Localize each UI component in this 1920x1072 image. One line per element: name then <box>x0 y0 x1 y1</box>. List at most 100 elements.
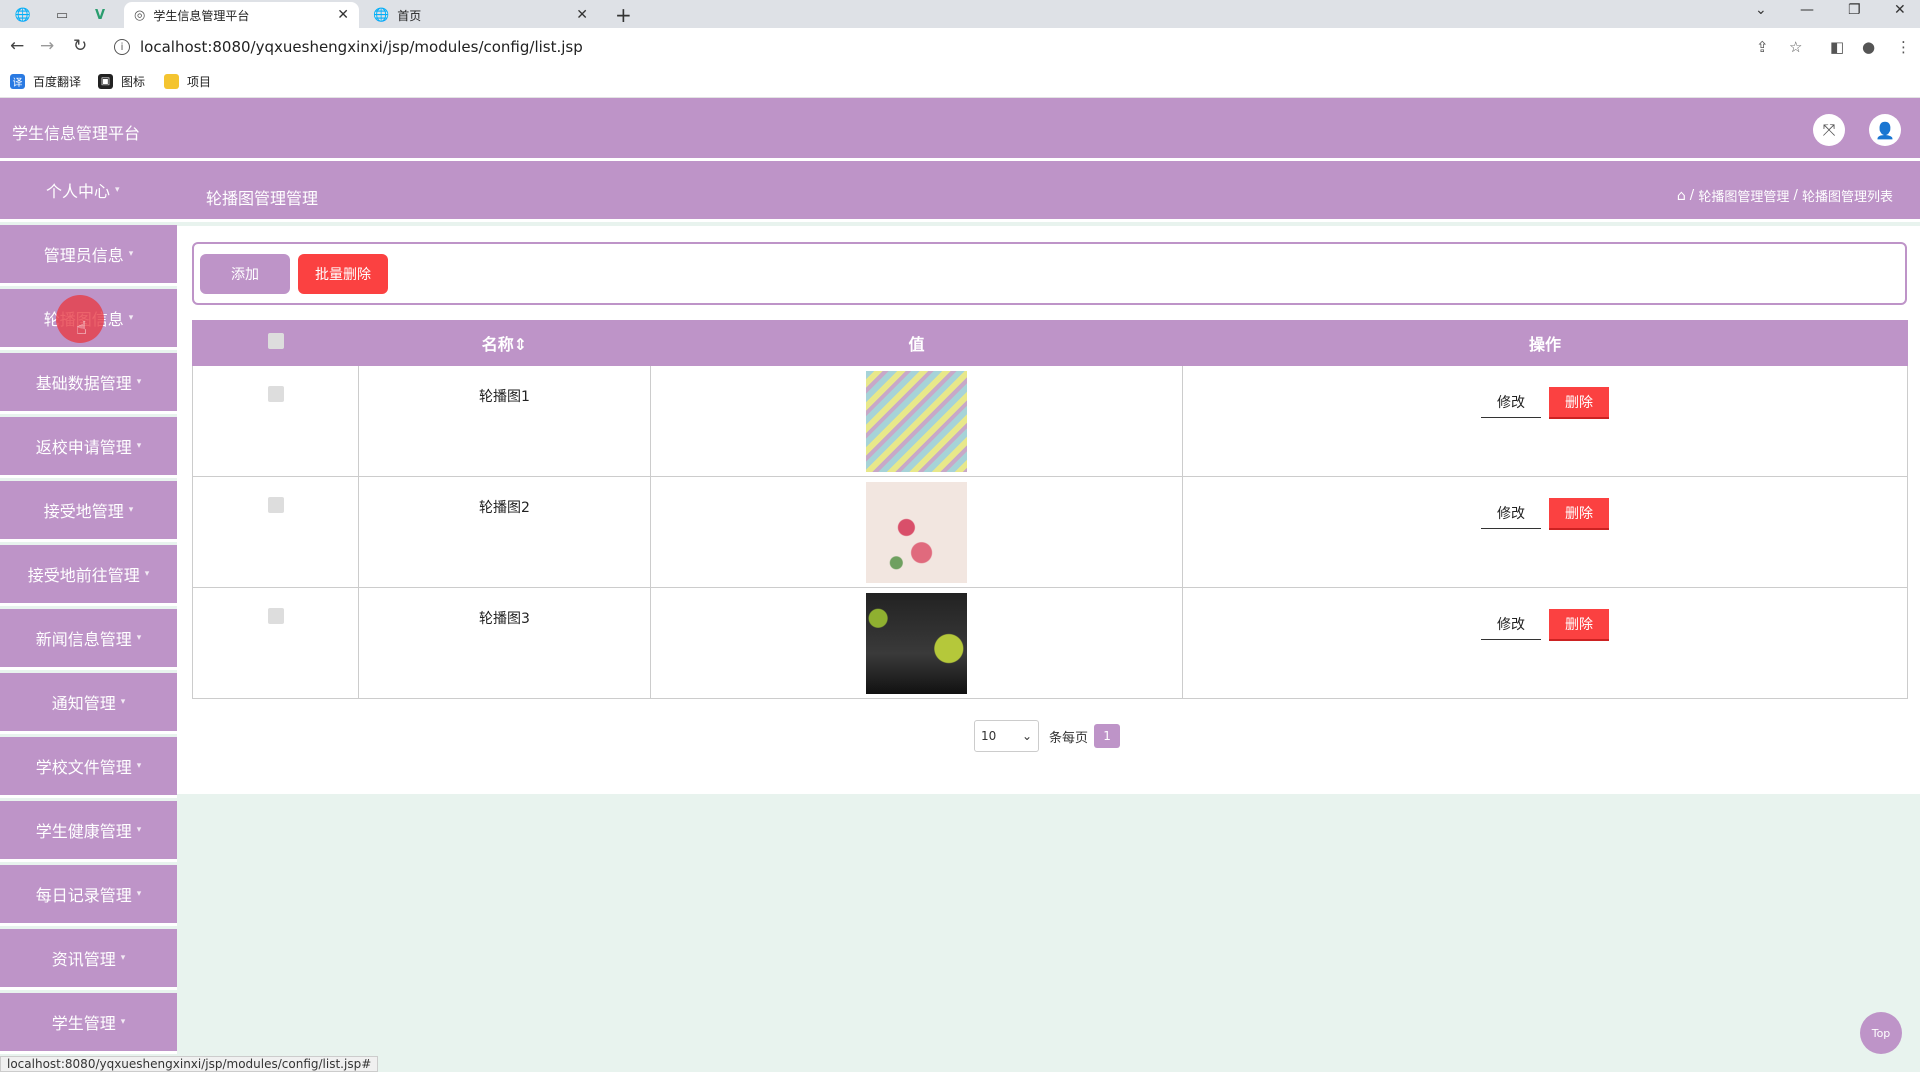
tab-label: 首页 <box>397 8 422 23</box>
sidebar-item[interactable]: 学生健康管理 ▾ <box>0 801 177 862</box>
caret-down-icon: ▾ <box>128 249 134 259</box>
name-column-header[interactable]: 名称⇕ <box>358 320 651 366</box>
table-header-row: 名称⇕ 值 操作 <box>192 320 1908 366</box>
sidebar-item-label: 返校申请管理 <box>35 438 132 457</box>
sidebar-item[interactable]: 学生管理 ▾ <box>0 993 177 1054</box>
sidebar-item[interactable]: 每日记录管理 ▾ <box>0 865 177 926</box>
sidebar-item-label: 资讯管理 <box>51 950 116 969</box>
bookmark-item[interactable]: ▣ 图标 <box>98 73 145 90</box>
url-text: localhost:8080/yqxueshengxinxi/jsp/modul… <box>140 38 583 56</box>
image-icon: ▣ <box>98 74 113 89</box>
close-icon[interactable]: ✕ <box>576 7 588 23</box>
bookmark-item[interactable]: 项目 <box>164 73 211 90</box>
value-column-header: 值 <box>650 320 1183 366</box>
caret-down-icon: ▾ <box>136 633 142 643</box>
delete-button[interactable]: 删除 <box>1549 608 1609 641</box>
blank-tab-icon[interactable]: ▭ <box>47 4 77 26</box>
back-to-top-button[interactable]: Top <box>1860 1012 1902 1054</box>
sidebar-item-label: 管理员信息 <box>43 246 124 265</box>
action-toolbar: 添加 批量删除 <box>192 242 1907 305</box>
tab-home[interactable]: 🌐 首页 ✕ <box>363 2 598 28</box>
bookmark-item[interactable]: 译 百度翻译 <box>10 73 81 90</box>
sidebar-item[interactable]: 返校申请管理 ▾ <box>0 417 177 478</box>
caret-down-icon: ▾ <box>120 1017 126 1027</box>
profile-icon[interactable]: ● <box>1862 38 1875 56</box>
chevron-down-icon[interactable]: ⌄ <box>1755 2 1767 18</box>
url-field[interactable]: i localhost:8080/yqxueshengxinxi/jsp/mod… <box>108 32 1788 62</box>
bookmarks-bar: 译 百度翻译 ▣ 图标 项目 <box>0 66 1920 98</box>
reload-icon[interactable]: ↻ <box>73 36 87 56</box>
caret-down-icon: ▾ <box>128 313 134 323</box>
vue-icon[interactable]: V <box>85 4 115 26</box>
delete-button[interactable]: 删除 <box>1549 386 1609 419</box>
caret-down-icon: ▾ <box>128 505 134 515</box>
sidebar-item[interactable]: 学校文件管理 ▾ <box>0 737 177 798</box>
caret-down-icon: ▾ <box>144 569 150 579</box>
carousel-image[interactable] <box>866 593 967 694</box>
back-icon[interactable]: ← <box>10 36 24 56</box>
per-page-label: 条每页 <box>1049 730 1089 746</box>
minimize-icon[interactable]: — <box>1800 2 1814 18</box>
sidebar-item[interactable]: 基础数据管理 ▾ <box>0 353 177 414</box>
globe-icon[interactable]: 🌐 <box>8 4 38 26</box>
forward-icon[interactable]: → <box>40 36 54 56</box>
sidebar-item[interactable]: 资讯管理 ▾ <box>0 929 177 990</box>
sidepanel-icon[interactable]: ◧ <box>1830 38 1844 56</box>
app-title: 学生信息管理平台 <box>12 124 141 143</box>
data-table: 名称⇕ 值 操作 轮播图1 修改 删除 轮播图2 修改 删除 轮播图3 修改 删… <box>192 320 1908 699</box>
row-checkbox[interactable] <box>267 608 284 624</box>
edit-button[interactable]: 修改 <box>1481 497 1541 529</box>
tab-active[interactable]: ◎ 学生信息管理平台 ✕ <box>124 2 359 28</box>
info-icon[interactable]: i <box>114 39 130 55</box>
delete-button[interactable]: 删除 <box>1549 497 1609 530</box>
action-column-header: 操作 <box>1182 320 1908 366</box>
bookmark-label: 图标 <box>121 75 146 89</box>
home-icon[interactable]: ⌂ <box>1677 188 1686 204</box>
share-icon[interactable]: ⇪ <box>1756 38 1769 56</box>
bookmark-label: 项目 <box>187 75 212 89</box>
sidebar-item[interactable]: 通知管理 ▾ <box>0 673 177 734</box>
caret-down-icon: ▾ <box>120 697 126 707</box>
pagination: 10 ⌄ 条每页 1 <box>974 720 1121 752</box>
window-close-icon[interactable]: ✕ <box>1894 2 1906 18</box>
row-checkbox[interactable] <box>267 386 284 402</box>
page-size-select[interactable]: 10 ⌄ <box>974 720 1039 752</box>
breadcrumb-item: 轮播图管理列表 <box>1801 190 1893 205</box>
row-checkbox[interactable] <box>267 497 284 513</box>
star-icon[interactable]: ☆ <box>1789 38 1802 56</box>
close-icon[interactable]: ✕ <box>337 7 349 23</box>
edit-button[interactable]: 修改 <box>1481 386 1541 418</box>
restore-icon[interactable]: ❐ <box>1848 2 1861 18</box>
page-number-button[interactable]: 1 <box>1094 724 1121 748</box>
user-icon[interactable]: 👤 <box>1869 114 1901 146</box>
sidebar-item[interactable]: 管理员信息 ▾ <box>0 225 177 286</box>
add-button[interactable]: 添加 <box>200 254 290 294</box>
bookmark-label: 百度翻译 <box>33 75 82 89</box>
sidebar-item[interactable]: 新闻信息管理 ▾ <box>0 609 177 670</box>
carousel-image[interactable] <box>866 371 967 472</box>
breadcrumb: ⌂ / 轮播图管理管理 / 轮播图管理列表 <box>1676 186 1893 206</box>
breadcrumb-item[interactable]: 轮播图管理管理 <box>1698 186 1789 205</box>
page-title: 轮播图管理管理 <box>206 189 319 208</box>
browser-tabbar: 🌐 ▭ V ◎ 学生信息管理平台 ✕ 🌐 首页 ✕ + ⌄ — ❐ ✕ <box>0 0 1920 28</box>
sidebar-item[interactable]: 接受地管理 ▾ <box>0 481 177 542</box>
select-all-checkbox[interactable] <box>267 333 284 349</box>
main-content: 添加 批量删除 名称⇕ 值 操作 轮播图1 修改 删除 轮播图2 修改 删除 轮… <box>177 226 1920 794</box>
row-name: 轮播图3 <box>358 587 651 699</box>
batch-delete-button[interactable]: 批量删除 <box>298 254 388 294</box>
edit-button[interactable]: 修改 <box>1481 608 1541 640</box>
chevron-down-icon: ⌄ <box>1021 729 1032 743</box>
sidebar-item[interactable]: 接受地前往管理 ▾ <box>0 545 177 606</box>
caret-down-icon: ▾ <box>136 761 142 771</box>
status-bar-url: localhost:8080/yqxueshengxinxi/jsp/modul… <box>0 1056 379 1072</box>
sort-icon[interactable]: ⇕ <box>514 335 527 354</box>
address-bar: ← → ↻ i localhost:8080/yqxueshengxinxi/j… <box>0 28 1920 66</box>
carousel-image[interactable] <box>866 482 967 583</box>
app-header: 学生信息管理平台 ⤧ 👤 <box>0 98 1920 161</box>
sidebar-item-label: 个人中心 <box>46 182 111 201</box>
caret-down-icon: ▾ <box>136 377 142 387</box>
sidebar-item-label: 每日记录管理 <box>35 886 132 905</box>
menu-icon[interactable]: ⋮ <box>1896 38 1911 56</box>
fullscreen-icon[interactable]: ⤧ <box>1813 114 1845 146</box>
new-tab-icon[interactable]: + <box>615 3 632 27</box>
